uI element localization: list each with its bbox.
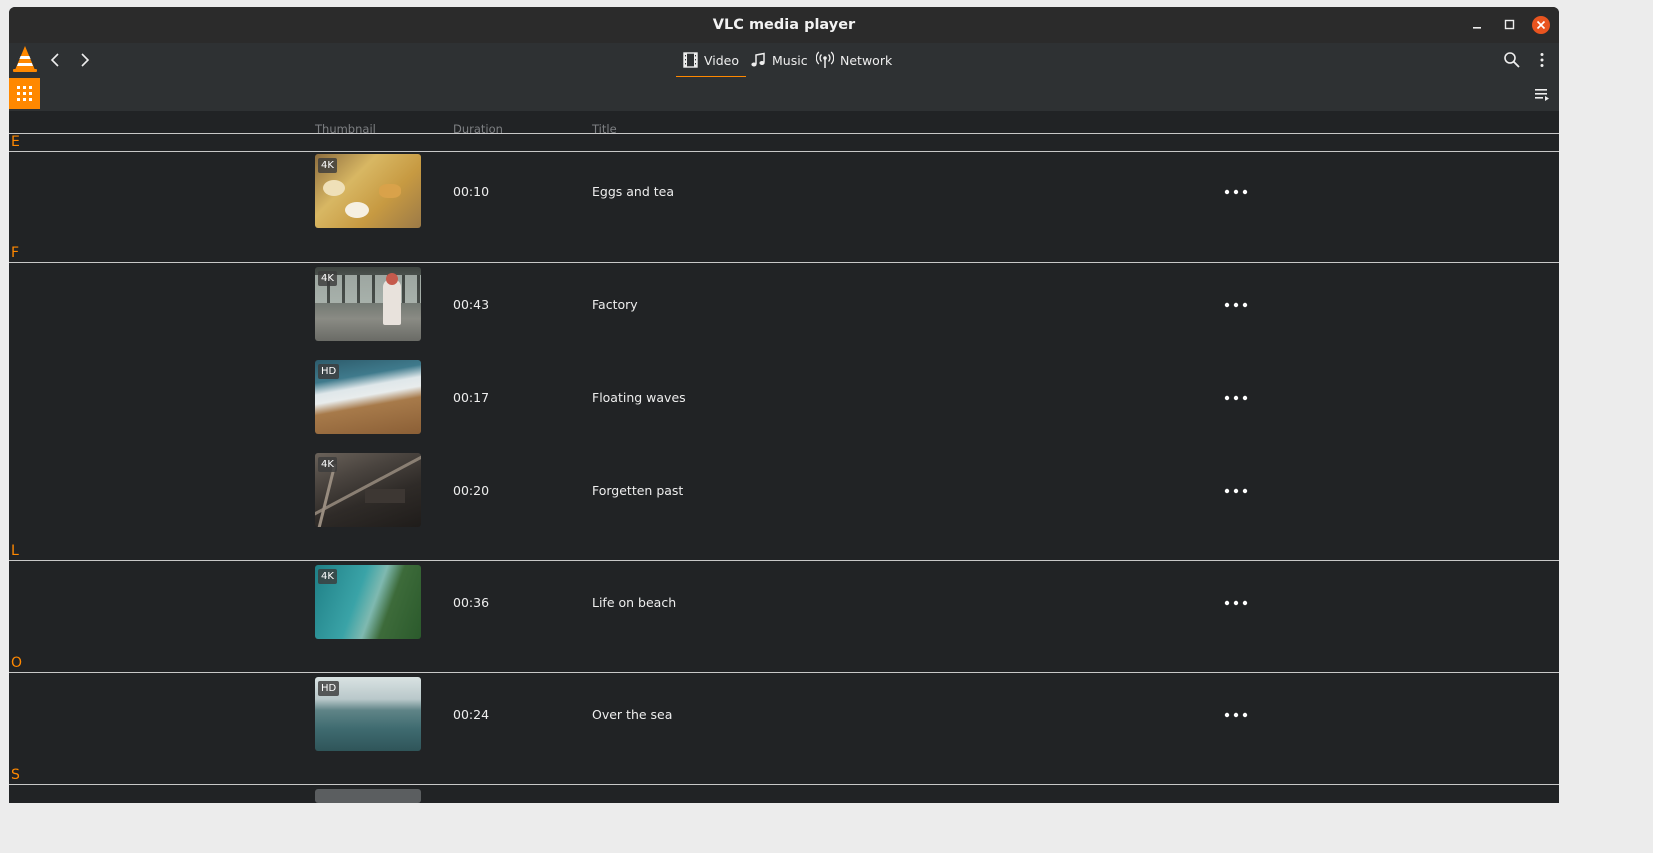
video-film-icon — [683, 52, 698, 68]
forward-arrow-icon[interactable] — [77, 52, 93, 68]
minimize-button[interactable] — [1467, 15, 1487, 35]
thumbnail-factory: 4K — [315, 267, 421, 341]
playlist-icon[interactable] — [1534, 86, 1550, 102]
title-cell: Life on beach — [592, 595, 677, 610]
more-options-icon[interactable] — [1223, 393, 1249, 403]
media-row[interactable]: HD 00:17 Floating waves — [9, 351, 1559, 444]
more-options-icon[interactable] — [1223, 486, 1249, 496]
duration-cell: 00:20 — [453, 483, 490, 498]
duration-cell: 00:17 — [453, 390, 490, 405]
title-cell: Eggs and tea — [592, 184, 674, 199]
tab-music-label: Music — [772, 52, 808, 68]
more-options-icon[interactable] — [1223, 598, 1249, 608]
vlc-window: VLC media player Video Music Network Thu… — [9, 7, 1559, 803]
network-antenna-icon — [816, 51, 834, 68]
header-divider — [9, 133, 1559, 134]
title-bar: VLC media player — [9, 7, 1559, 43]
grid-dots-icon — [17, 86, 32, 101]
vlc-cone-logo-icon — [13, 46, 37, 72]
duration-cell: 00:10 — [453, 184, 490, 199]
more-options-icon[interactable] — [1223, 710, 1249, 720]
quality-badge: HD — [318, 364, 340, 379]
search-icon[interactable] — [1503, 51, 1521, 69]
duration-cell: 00:43 — [453, 297, 490, 312]
media-row[interactable]: 4K 00:10 Eggs and tea — [9, 145, 1559, 238]
more-options-icon[interactable] — [1223, 300, 1249, 310]
thumbnail-forgetten-past: 4K — [315, 453, 421, 527]
media-row[interactable]: HD 00:24 Over the sea — [9, 668, 1559, 761]
music-note-icon — [751, 52, 765, 67]
tab-video-label: Video — [704, 52, 740, 68]
maximize-button[interactable] — [1499, 15, 1519, 35]
title-cell: Factory — [592, 297, 638, 312]
grid-view-button[interactable] — [9, 78, 40, 109]
thumbnail-floating-waves: HD — [315, 360, 421, 434]
kebab-menu-icon[interactable] — [1536, 51, 1548, 69]
window-title: VLC media player — [712, 17, 856, 33]
title-cell: Over the sea — [592, 707, 673, 722]
quality-badge: 4K — [318, 271, 337, 286]
view-toolbar — [9, 77, 1559, 111]
title-cell: Floating waves — [592, 390, 686, 405]
title-cell: Forgetten past — [592, 483, 684, 498]
quality-badge: 4K — [318, 569, 337, 584]
duration-cell: 00:36 — [453, 595, 490, 610]
quality-badge: 4K — [318, 158, 337, 173]
thumbnail-eggs-and-tea: 4K — [315, 154, 421, 228]
quality-badge: 4K — [318, 457, 337, 472]
tab-network[interactable]: Network — [816, 43, 892, 77]
thumbnail-over-the-sea: HD — [315, 677, 421, 751]
more-options-icon[interactable] — [1223, 187, 1249, 197]
group-letter-s: S — [11, 767, 20, 783]
group-divider — [9, 784, 1559, 785]
quality-badge: HD — [318, 681, 340, 696]
thumbnail-life-on-beach: 4K — [315, 565, 421, 639]
duration-cell: 00:24 — [453, 707, 490, 722]
media-row[interactable]: 4K 00:43 Factory — [9, 258, 1559, 351]
thumbnail-partial — [315, 789, 421, 803]
back-arrow-icon[interactable] — [47, 52, 63, 68]
media-row[interactable]: 4K 00:36 Life on beach — [9, 556, 1559, 649]
main-toolbar: Video Music Network — [9, 43, 1559, 78]
tab-network-label: Network — [840, 52, 893, 68]
close-button[interactable] — [1531, 15, 1551, 35]
tab-video[interactable]: Video — [676, 43, 747, 78]
media-row[interactable]: 4K 00:20 Forgetten past — [9, 444, 1559, 537]
tab-music[interactable]: Music — [750, 43, 808, 77]
